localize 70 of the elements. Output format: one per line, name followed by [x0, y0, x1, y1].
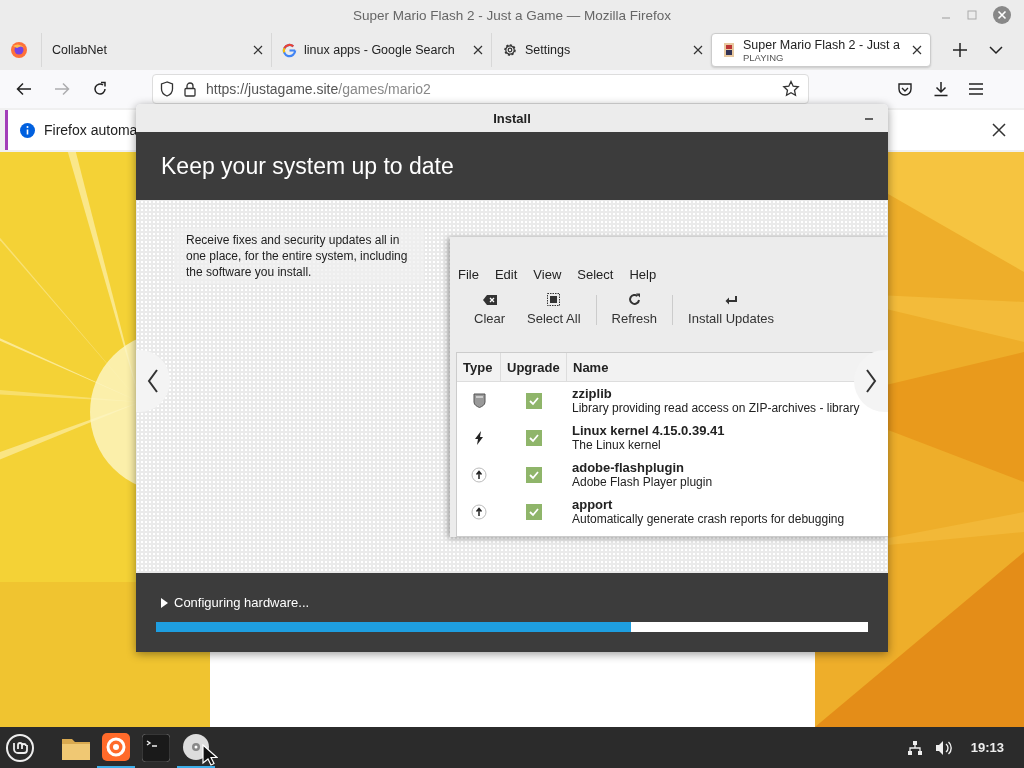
- close-icon[interactable]: [992, 123, 1006, 137]
- close-tab-icon[interactable]: [253, 45, 263, 55]
- google-icon: [282, 42, 297, 58]
- toolbar-button[interactable]: Clear: [464, 294, 517, 326]
- pocket-icon[interactable]: [897, 81, 913, 97]
- column-header[interactable]: Upgrade: [501, 353, 567, 381]
- package-name: apport: [572, 497, 613, 512]
- volume-icon[interactable]: [934, 739, 953, 756]
- menu-icon[interactable]: [969, 83, 983, 95]
- previous-button[interactable]: [136, 350, 170, 412]
- toolbar-button[interactable]: Select All: [516, 293, 592, 326]
- tab-list-icon[interactable]: [989, 45, 1003, 55]
- column-header[interactable]: Type: [457, 353, 501, 381]
- expander-icon[interactable]: [161, 597, 168, 608]
- checkbox[interactable]: [526, 466, 542, 483]
- browser-tab[interactable]: Super Mario Flash 2 - Just a PLAYING: [711, 33, 931, 67]
- toolbar-button[interactable]: Refresh: [600, 293, 669, 326]
- package-description: Adobe Flash Player plugin: [572, 475, 713, 489]
- checkbox[interactable]: [526, 429, 542, 446]
- game-icon: [722, 42, 736, 58]
- browser-tab[interactable]: linux apps - Google Search: [271, 33, 491, 67]
- terminal-icon[interactable]: [142, 733, 170, 762]
- column-header[interactable]: Name: [567, 353, 852, 381]
- dialog-title: Install: [493, 110, 531, 126]
- chevron-left-icon: [147, 369, 159, 393]
- browser-tab[interactable]: CollabNet: [41, 33, 271, 67]
- address-bar[interactable]: https://justagame.site/games/mario2: [152, 74, 809, 104]
- refresh-icon: [627, 293, 641, 306]
- package-description: Library providing read access on ZIP-archives - library: [572, 401, 860, 415]
- lock-icon[interactable]: [184, 81, 196, 97]
- checkbox[interactable]: [526, 503, 542, 520]
- slide-description: Receive fixes and security updates all in one place, for the entire system, including the software you install.: [174, 228, 424, 284]
- grid-icon: [547, 293, 561, 306]
- menu-item[interactable]: Help: [629, 267, 657, 282]
- lightning-icon: [474, 430, 484, 445]
- close-tab-icon[interactable]: [912, 45, 922, 55]
- menu-item[interactable]: Edit: [494, 267, 518, 282]
- menu-item[interactable]: File: [458, 267, 479, 282]
- return-arrow-icon: [724, 295, 738, 306]
- slide-heading: Keep your system up to date: [161, 152, 454, 180]
- toolbar-button[interactable]: Install Updates: [677, 295, 786, 326]
- back-icon[interactable]: [16, 82, 32, 96]
- menu-item[interactable]: Select: [577, 267, 614, 282]
- reload-icon[interactable]: [92, 81, 108, 97]
- status-text: Configuring hardware...: [174, 595, 310, 610]
- firefox-icon[interactable]: [102, 732, 130, 761]
- checkbox[interactable]: [526, 392, 542, 409]
- close-tab-icon[interactable]: [693, 45, 703, 55]
- package-name: Linux kernel 4.15.0.39.41: [572, 423, 725, 438]
- chevron-right-icon: [865, 369, 877, 393]
- download-icon[interactable]: [933, 81, 949, 97]
- close-tab-icon[interactable]: [473, 45, 483, 55]
- shield-icon[interactable]: [160, 81, 174, 97]
- bookmark-star-icon[interactable]: [782, 80, 800, 98]
- gear-icon: [502, 42, 518, 58]
- info-icon: [20, 122, 35, 138]
- mouse-pointer-icon: [202, 744, 218, 766]
- package-name: zziplib: [572, 386, 612, 401]
- menu-item[interactable]: View: [533, 267, 562, 282]
- package-description: The Linux kernel: [572, 438, 661, 452]
- window-title: Super Mario Flash 2 - Just a Game — Mozilla Firefox: [352, 7, 672, 23]
- backspace-icon: [481, 294, 498, 306]
- new-tab-icon[interactable]: [953, 43, 967, 57]
- mint-menu-icon[interactable]: [5, 732, 35, 763]
- network-icon[interactable]: [906, 739, 923, 756]
- package-description: Automatically generate crash reports for debugging: [572, 512, 845, 526]
- clock[interactable]: 19:13: [970, 740, 1004, 755]
- shield-icon: [472, 393, 486, 408]
- package-name: adobe-flashplugin: [572, 460, 684, 475]
- notification-text: Firefox automa: [44, 122, 138, 138]
